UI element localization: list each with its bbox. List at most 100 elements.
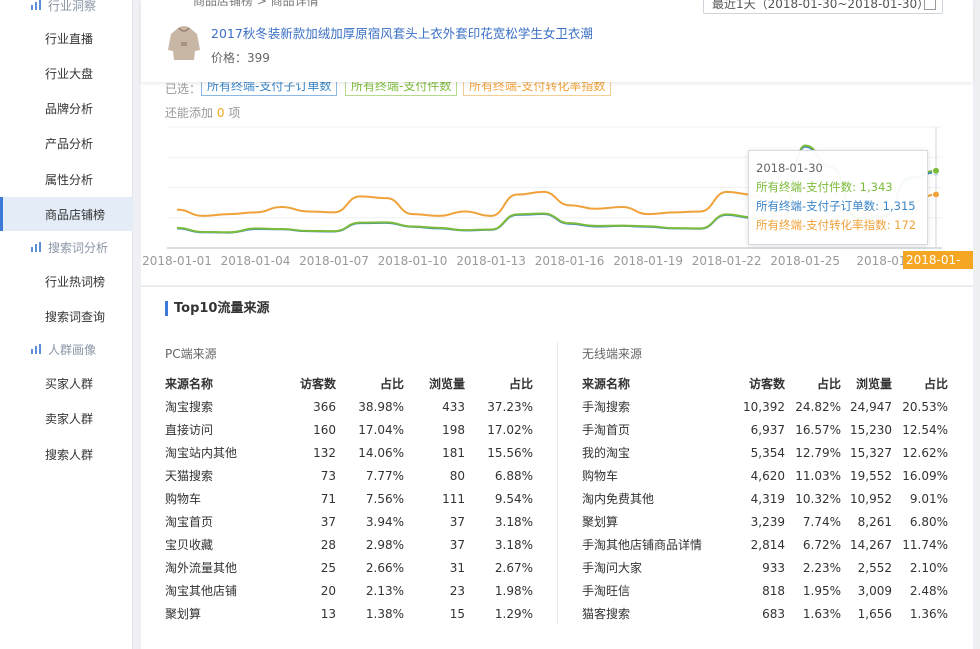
table-row[interactable]: 宝贝收藏 28 2.98% 37 3.18% <box>165 533 533 556</box>
value-cell: 15,327 <box>850 445 892 460</box>
source-name-cell: 购物车 <box>582 469 619 483</box>
value-cell: 3.18% <box>494 537 533 552</box>
chart-x-axis: 2018-01-01 2018-01-04 2018-01-07 2018-01-10… <box>142 254 911 268</box>
value-cell: 12.79% <box>795 445 841 460</box>
sidebar-item-product-analysis[interactable]: 产品分析 <box>0 126 133 160</box>
value-cell: 1.29% <box>494 606 533 621</box>
value-cell: 1.36% <box>909 606 948 621</box>
series-point-1[interactable] <box>932 166 940 175</box>
value-cell: 2,814 <box>750 537 785 552</box>
source-name-cell: 直接访问 <box>165 423 214 437</box>
value-cell: 160 <box>313 422 336 437</box>
product-title-link[interactable]: 2017秋冬装新款加绒加厚原宿风套头上衣外套印花宽松学生女卫衣潮 <box>211 23 593 42</box>
product-thumbnail[interactable] <box>167 24 201 62</box>
sidebar-item-term-query[interactable]: 搜索词查询 <box>0 299 133 333</box>
table-row[interactable]: 购物车 4,620 11.03% 19,552 16.09% <box>582 464 948 487</box>
sidebar-item-label: 搜索人群 <box>45 447 94 462</box>
tooltip-line-conversion-index: 所有终端-支付转化率指数: 172 <box>756 218 917 232</box>
value-cell: 7.77% <box>365 468 404 483</box>
table-row[interactable]: 猫客搜索 683 1.63% 1,656 1.36% <box>582 602 948 625</box>
value-cell: 366 <box>313 399 336 414</box>
value-cell: 2.10% <box>909 560 948 575</box>
value-cell: 132 <box>313 445 336 460</box>
sidebar-item-label: 产品分析 <box>45 136 94 151</box>
sidebar-item-seller-crowd[interactable]: 卖家人群 <box>0 401 133 435</box>
sidebar-item-buyer-crowd[interactable]: 买家人群 <box>0 366 133 400</box>
value-cell: 3,009 <box>857 583 892 598</box>
table-row[interactable]: 淘内免费其他 4,319 10.32% 10,952 9.01% <box>582 487 948 510</box>
breadcrumb[interactable]: 商品店铺榜 > 商品详情 <box>193 0 319 9</box>
sidebar-group-crowd[interactable]: 人群画像 <box>0 334 133 364</box>
value-cell: 6,937 <box>750 422 785 437</box>
value-cell: 25 <box>320 560 336 575</box>
value-cell: 73 <box>320 468 336 483</box>
value-cell: 11.03% <box>795 468 841 483</box>
value-cell: 1.98% <box>494 583 533 598</box>
table-row[interactable]: 手淘问大家 933 2.23% 2,552 2.10% <box>582 556 948 579</box>
value-cell: 1.95% <box>802 583 841 598</box>
sidebar-item-label: 行业直播 <box>45 31 94 46</box>
value-cell: 37.23% <box>487 399 533 414</box>
value-cell: 14,267 <box>850 537 892 552</box>
table-row[interactable]: 聚划算 3,239 7.74% 8,261 6.80% <box>582 510 948 533</box>
column-header: 浏览量 <box>428 377 465 391</box>
value-cell: 5,354 <box>750 445 785 460</box>
column-header: 占比 <box>508 377 533 391</box>
column-divider <box>557 342 558 624</box>
date-range-picker[interactable]: 最近1天（2018-01-30~2018-01-30） <box>703 0 943 14</box>
column-header: 占比 <box>816 377 841 391</box>
value-cell: 31 <box>449 560 465 575</box>
sidebar-item-industry-market[interactable]: 行业大盘 <box>0 56 133 90</box>
value-cell: 2.98% <box>365 537 404 552</box>
mobile-sources-title: 无线端来源 <box>582 347 643 361</box>
sidebar-item-label: 品牌分析 <box>45 101 94 116</box>
column-header: 访客数 <box>748 377 785 391</box>
source-name-cell: 聚划算 <box>582 515 619 529</box>
sidebar-group-industry[interactable]: 行业洞察 <box>0 0 133 20</box>
series-point-2[interactable] <box>932 190 940 199</box>
table-row[interactable]: 手淘旺信 818 1.95% 3,009 2.48% <box>582 579 948 602</box>
sidebar-item-product-shop-rank[interactable]: 商品店铺榜 <box>0 197 133 231</box>
product-price: 价格：399 <box>211 51 270 65</box>
sidebar-item-attribute-analysis[interactable]: 属性分析 <box>0 162 133 196</box>
table-row[interactable]: 直接访问 160 17.04% 198 17.02% <box>165 418 533 441</box>
calendar-icon[interactable] <box>924 0 936 10</box>
table-row[interactable]: 天猫搜索 73 7.77% 80 6.88% <box>165 464 533 487</box>
sidebar-item-brand-analysis[interactable]: 品牌分析 <box>0 91 133 125</box>
table-row[interactable]: 淘宝其他店铺 20 2.13% 23 1.98% <box>165 579 533 602</box>
value-cell: 80 <box>449 468 465 483</box>
value-cell: 2.13% <box>365 583 404 598</box>
tooltip-line-paid-items: 所有终端-支付件数: 1,343 <box>756 180 893 194</box>
source-name-cell: 手淘问大家 <box>582 561 643 575</box>
value-cell: 16.57% <box>795 422 841 437</box>
value-cell: 2,552 <box>857 560 892 575</box>
value-cell: 111 <box>442 491 465 506</box>
value-cell: 4,319 <box>750 491 785 506</box>
table-header-row: 来源名称 访客数 占比 浏览量 占比 <box>165 372 533 395</box>
table-row[interactable]: 手淘其他店铺商品详情 2,814 6.72% 14,267 11.74% <box>582 533 948 556</box>
table-row[interactable]: 购物车 71 7.56% 111 9.54% <box>165 487 533 510</box>
sidebar-group-label: 搜索词分析 <box>48 240 109 255</box>
x-tick-label: 2018-01-19 <box>613 254 683 268</box>
column-header: 浏览量 <box>855 377 892 391</box>
sidebar-item-label: 买家人群 <box>45 376 94 391</box>
table-row[interactable]: 手淘搜索 10,392 24.82% 24,947 20.53% <box>582 395 948 418</box>
sidebar-item-industry-live[interactable]: 行业直播 <box>0 21 133 55</box>
table-row[interactable]: 淘宝搜索 366 38.98% 433 37.23% <box>165 395 533 418</box>
table-row[interactable]: 淘宝站内其他 132 14.06% 181 15.56% <box>165 441 533 464</box>
source-name-cell: 淘外流量其他 <box>165 561 238 575</box>
sidebar-item-hot-terms[interactable]: 行业热词榜 <box>0 264 133 298</box>
value-cell: 1,656 <box>857 606 892 621</box>
column-header: 占比 <box>923 377 948 391</box>
sidebar-group-search-terms[interactable]: 搜索词分析 <box>0 232 133 262</box>
table-row[interactable]: 手淘首页 6,937 16.57% 15,230 12.54% <box>582 418 948 441</box>
column-header: 占比 <box>379 377 404 391</box>
value-cell: 71 <box>320 491 336 506</box>
sidebar-item-search-crowd[interactable]: 搜索人群 <box>0 437 133 471</box>
table-row[interactable]: 聚划算 13 1.38% 15 1.29% <box>165 602 533 625</box>
source-name-cell: 购物车 <box>165 492 202 506</box>
table-row[interactable]: 淘宝首页 37 3.94% 37 3.18% <box>165 510 533 533</box>
value-cell: 37 <box>320 514 336 529</box>
table-row[interactable]: 淘外流量其他 25 2.66% 31 2.67% <box>165 556 533 579</box>
table-row[interactable]: 我的淘宝 5,354 12.79% 15,327 12.62% <box>582 441 948 464</box>
